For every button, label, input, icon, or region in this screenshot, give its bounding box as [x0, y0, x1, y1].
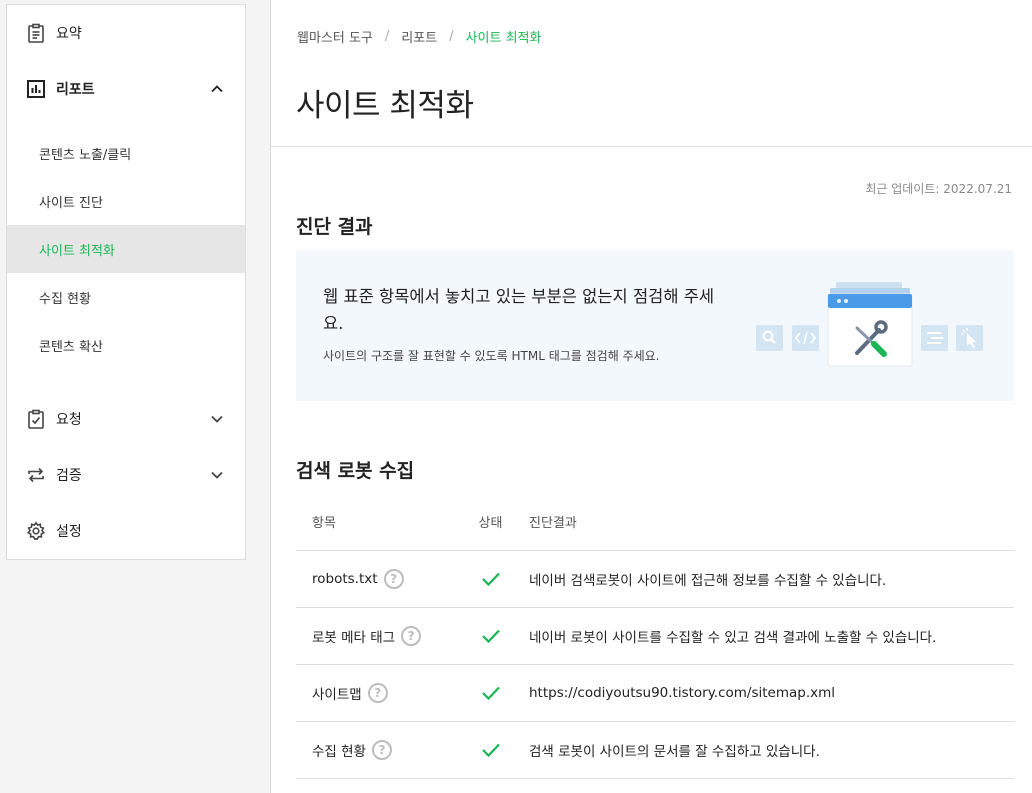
page-title: 사이트 최적화	[296, 88, 474, 124]
clipboard-icon	[25, 22, 47, 44]
table-row: 수집 현황? 검색 로봇이 사이트의 문서를 잘 수집하고 있습니다.	[296, 722, 1014, 779]
page-header: 웹마스터 도구 / 리포트 / 사이트 최적화 사이트 최적화	[271, 0, 1032, 147]
diagnosis-submessage: 사이트의 구조를 잘 표현할 수 있도록 HTML 태그를 점검해 주세요.	[323, 349, 660, 363]
repeat-icon	[25, 464, 47, 486]
sidebar-subitem-site-diagnosis[interactable]: 사이트 진단	[7, 177, 245, 225]
row-item-label: robots.txt	[312, 571, 378, 587]
chevron-up-icon	[211, 85, 223, 93]
code-icon	[792, 325, 819, 351]
sidebar-item-request[interactable]: 요청	[7, 391, 245, 447]
table-row: 사이트맵? https://codiyoutsu90.tistory.com/s…	[296, 665, 1014, 722]
check-icon	[452, 571, 529, 587]
sidebar-item-label: 설정	[56, 524, 82, 540]
table-row: robots.txt? 네이버 검색로봇이 사이트에 접근해 정보를 수집할 수…	[296, 551, 1014, 608]
sidebar-subitem-content-spread[interactable]: 콘텐츠 확산	[7, 321, 245, 369]
column-header-result: 진단결과	[529, 515, 577, 531]
breadcrumb: 웹마스터 도구 / 리포트 / 사이트 최적화	[297, 27, 541, 46]
sidebar-item-label: 리포트	[56, 82, 95, 98]
main-content: 웹마스터 도구 / 리포트 / 사이트 최적화 사이트 최적화 최근 업데이트:…	[270, 0, 1032, 793]
breadcrumb-separator: /	[449, 29, 454, 44]
help-icon[interactable]: ?	[371, 740, 392, 760]
sitemap-link[interactable]: https://codiyoutsu90.tistory.com/sitemap…	[529, 685, 1014, 701]
sidebar-subitem-content-exposure[interactable]: 콘텐츠 노출/클릭	[7, 129, 245, 177]
sidebar-item-summary[interactable]: 요약	[7, 5, 245, 61]
clipboard-check-icon	[25, 408, 47, 430]
row-result: 네이버 로봇이 사이트를 수집할 수 있고 검색 결과에 노출할 수 있습니다.	[529, 630, 937, 646]
bar-chart-icon	[25, 78, 47, 100]
chevron-down-icon	[211, 471, 223, 479]
row-item-label: 사이트맵	[312, 687, 362, 703]
gear-icon	[25, 520, 47, 542]
row-item-label: 로봇 메타 태그	[312, 630, 396, 646]
row-result: 검색 로봇이 사이트의 문서를 잘 수집하고 있습니다.	[529, 744, 820, 760]
robot-table: 항목 상태 진단결과 robots.txt? 네이버 검색로봇이 사이트에 접근…	[296, 492, 1014, 779]
sidebar-subitem-site-optimization[interactable]: 사이트 최적화	[7, 225, 245, 273]
diagnosis-box: 웹 표준 항목에서 놓치고 있는 부분은 없는지 점검해 주세요. 사이트의 구…	[296, 250, 1014, 401]
column-header-status: 상태	[478, 515, 503, 531]
help-icon[interactable]: ?	[367, 683, 388, 703]
sidebar-item-label: 요약	[56, 26, 82, 42]
diagnosis-title: 진단 결과	[296, 216, 373, 238]
sidebar-item-label: 검증	[56, 468, 82, 484]
diagnosis-message: 웹 표준 항목에서 놓치고 있는 부분은 없는지 점검해 주세요.	[323, 287, 715, 333]
optimization-illustration	[756, 282, 983, 367]
help-icon[interactable]: ?	[401, 626, 422, 646]
row-item-label: 수집 현황	[312, 744, 366, 760]
breadcrumb-current: 사이트 최적화	[465, 31, 542, 46]
last-updated: 최근 업데이트: 2022.07.21	[865, 182, 1012, 196]
chevron-down-icon	[211, 415, 223, 423]
check-icon	[452, 685, 529, 701]
sidebar-item-report[interactable]: 리포트	[7, 61, 245, 117]
breadcrumb-webmaster[interactable]: 웹마스터 도구	[297, 27, 373, 46]
check-icon	[452, 742, 529, 758]
list-icon	[921, 325, 948, 351]
table-header: 항목 상태 진단결과	[296, 492, 1014, 551]
robot-section-title: 검색 로봇 수집	[296, 460, 415, 482]
check-icon	[452, 628, 529, 644]
sidebar-item-settings[interactable]: 설정	[7, 503, 245, 559]
row-result: 네이버 검색로봇이 사이트에 접근해 정보를 수집할 수 있습니다.	[529, 573, 887, 589]
breadcrumb-separator: /	[384, 29, 390, 44]
sidebar: 요약 리포트 콘텐츠 노출/클릭 사이트 진단 사이트 최적화 수집 현황 콘텐…	[6, 4, 246, 560]
sidebar-subitem-crawl-status[interactable]: 수집 현황	[7, 273, 245, 321]
cursor-click-icon	[956, 325, 983, 351]
search-icon	[756, 325, 783, 351]
column-header-item: 항목	[312, 515, 336, 531]
breadcrumb-report[interactable]: 리포트	[401, 27, 437, 46]
help-icon[interactable]: ?	[383, 569, 404, 589]
table-row: 로봇 메타 태그? 네이버 로봇이 사이트를 수집할 수 있고 검색 결과에 노…	[296, 608, 1014, 665]
sidebar-item-label: 요청	[56, 412, 82, 428]
sidebar-item-verify[interactable]: 검증	[7, 447, 245, 503]
